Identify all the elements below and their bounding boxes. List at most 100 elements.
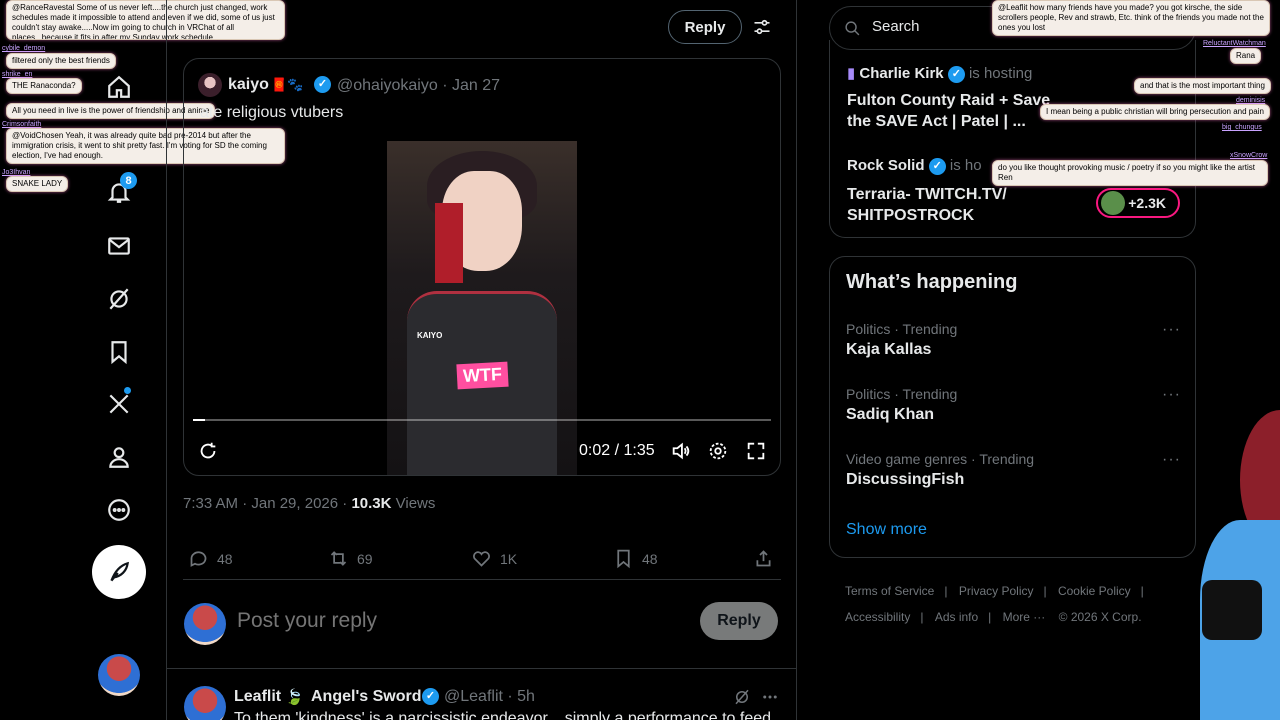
share-icon — [756, 550, 771, 567]
reply-author-name-suffix[interactable]: Angel's Sword — [311, 688, 421, 706]
premium-dot — [124, 387, 131, 394]
chat-message: filtered only the best friends — [6, 53, 116, 69]
chat-username: cybile_demon — [2, 45, 46, 52]
quoted-author-emojis: 🧧🐾 — [271, 77, 304, 92]
more-horizontal-icon[interactable]: ··· — [1162, 451, 1181, 469]
quoted-author-handle[interactable]: @ohaiyokaiyo · Jan 27 — [337, 77, 500, 95]
listener-count-pill[interactable]: +2.3K — [1096, 188, 1180, 218]
chat-username: Crimsonfaith — [2, 121, 42, 128]
reply-post[interactable]: Leaflit 🍃 Angel's Sword ✓ @Leaflit · 5h … — [167, 672, 796, 720]
home-icon — [108, 75, 130, 98]
mail-icon — [108, 237, 130, 255]
share-action[interactable] — [753, 548, 774, 569]
chat-message: and that is the most important thing — [1134, 78, 1271, 94]
footer-links: Terms of Service | Privacy Policy | Cookie… — [845, 584, 1144, 624]
search-icon — [845, 21, 860, 36]
video-player[interactable]: KAIYO WTF — [387, 141, 577, 475]
nav-profile[interactable] — [93, 431, 145, 483]
verified-icon: ✓ — [422, 688, 439, 705]
post-views-label: Views — [391, 495, 436, 512]
reply-post-text: To them 'kindness' is a narcissistic end… — [234, 710, 772, 720]
video-time: 0:02 / 1:35 — [579, 442, 655, 459]
more-horizontal-icon[interactable]: ··· — [1162, 386, 1181, 404]
footer-copyright: © 2026 X Corp. — [1058, 610, 1142, 624]
repost-action[interactable]: 69 — [328, 548, 373, 569]
reply-author-handle[interactable]: @Leaflit · 5h — [444, 688, 535, 706]
post-views-count: 10.3K — [351, 495, 392, 512]
volume-icon[interactable] — [670, 440, 692, 462]
more-horizontal-icon[interactable] — [761, 688, 779, 706]
video-wtf-sticker: WTF — [456, 361, 509, 390]
post-timestamp[interactable]: 7:33 AM · Jan 29, 2026 · — [183, 495, 351, 512]
chat-username: shrike_en — [2, 71, 33, 78]
footer-link-ads[interactable]: Ads info — [935, 610, 978, 624]
footer-link-more[interactable]: More ··· — [1003, 610, 1046, 624]
like-action[interactable]: 1K — [471, 548, 517, 569]
reply-author-avatar[interactable] — [184, 686, 226, 720]
fullscreen-icon[interactable] — [745, 440, 767, 462]
live-host-row[interactable]: Rock Solid ✓ is ho — [847, 157, 982, 175]
live-host-name: Charlie Kirk — [859, 65, 944, 82]
grok-icon — [109, 288, 129, 310]
trend-topic: Sadiq Khan — [846, 406, 935, 423]
nav-bookmarks[interactable] — [93, 326, 145, 378]
x-logo-icon — [109, 394, 129, 414]
compose-post-button[interactable] — [92, 545, 146, 599]
filter-icon[interactable] — [752, 17, 772, 37]
whats-happening-title: What’s happening — [846, 271, 1018, 293]
trend-item[interactable]: Politics · Trending Kaja Kallas ··· — [846, 321, 1181, 359]
show-more-link[interactable]: Show more — [846, 521, 927, 539]
video-progress-bar[interactable] — [193, 419, 771, 421]
nav-more[interactable] — [93, 484, 145, 536]
header-reply-button[interactable]: Reply — [668, 10, 742, 44]
nav-messages[interactable] — [93, 220, 145, 272]
live-host-label: is hosting — [968, 65, 1033, 82]
trend-item[interactable]: Politics · Trending Sadiq Khan ··· — [846, 386, 1181, 424]
listener-count: +2.3K — [1128, 195, 1166, 211]
chat-message: @Leaflit how many friends have you made?… — [992, 0, 1270, 36]
heart-icon — [473, 551, 490, 567]
nav-grok[interactable] — [93, 273, 145, 325]
bookmark-count: 48 — [642, 550, 658, 567]
video-progress-fill — [193, 419, 205, 421]
leaf-emoji: 🍃 — [285, 689, 304, 706]
trend-category: Politics · Trending — [846, 386, 958, 402]
chat-message: Rana — [1230, 48, 1262, 64]
footer-link-cookies[interactable]: Cookie Policy — [1058, 584, 1131, 598]
main-column: Reply kaiyo 🧧🐾 ✓ @ohaiyokaiyo · Jan 27 a… — [166, 0, 797, 720]
reply-count: 48 — [217, 550, 233, 567]
footer-link-privacy[interactable]: Privacy Policy — [959, 584, 1034, 598]
account-avatar[interactable] — [98, 654, 140, 696]
reply-composer: Reply — [167, 583, 796, 669]
nav-notifications[interactable]: 8 — [93, 166, 145, 218]
quoted-author-name[interactable]: kaiyo — [228, 76, 269, 94]
reply-submit-button[interactable]: Reply — [700, 602, 778, 640]
streamer-avatar-art — [1180, 400, 1280, 720]
whats-happening-panel: What’s happening Politics · Trending Kaj… — [829, 256, 1196, 558]
reply-action[interactable]: 48 — [188, 548, 233, 569]
footer-link-accessibility[interactable]: Accessibility — [845, 610, 910, 624]
bookmark-action[interactable]: 48 — [613, 548, 658, 569]
chat-message: SNAKE LADY — [6, 176, 69, 192]
replay-icon[interactable] — [197, 440, 219, 462]
nav-premium[interactable] — [93, 378, 145, 430]
live-spaces-card: ▮ Charlie Kirk ✓ is hosting Fulton Count… — [829, 40, 1196, 238]
live-icon: ▮ — [847, 65, 860, 82]
reply-input[interactable] — [237, 609, 637, 633]
quoted-post[interactable]: kaiyo 🧧🐾 ✓ @ohaiyokaiyo · Jan 27 ate rel… — [183, 58, 781, 476]
grok-icon[interactable] — [733, 688, 751, 706]
like-count: 1K — [500, 550, 518, 567]
more-horizontal-icon[interactable]: ··· — [1162, 321, 1181, 339]
reply-author-name[interactable]: Leaflit — [234, 688, 281, 706]
reply-avatar — [184, 603, 226, 645]
trend-item[interactable]: Video game genres · Trending DiscussingF… — [846, 451, 1181, 489]
quoted-author-avatar[interactable] — [198, 73, 222, 97]
live-title[interactable]: Terraria- TWITCH.TV/ SHITPOSTROCK — [847, 184, 1077, 226]
repost-icon — [330, 551, 347, 566]
live-host-row[interactable]: ▮ Charlie Kirk ✓ is hosting — [847, 64, 1032, 83]
settings-gear-icon[interactable] — [707, 440, 729, 462]
live-host-name: Rock Solid — [847, 157, 925, 174]
footer-link-terms[interactable]: Terms of Service — [845, 584, 934, 598]
streamer-overlay-panel — [1202, 580, 1262, 640]
chat-username: xSnowCrow — [1230, 152, 1268, 159]
